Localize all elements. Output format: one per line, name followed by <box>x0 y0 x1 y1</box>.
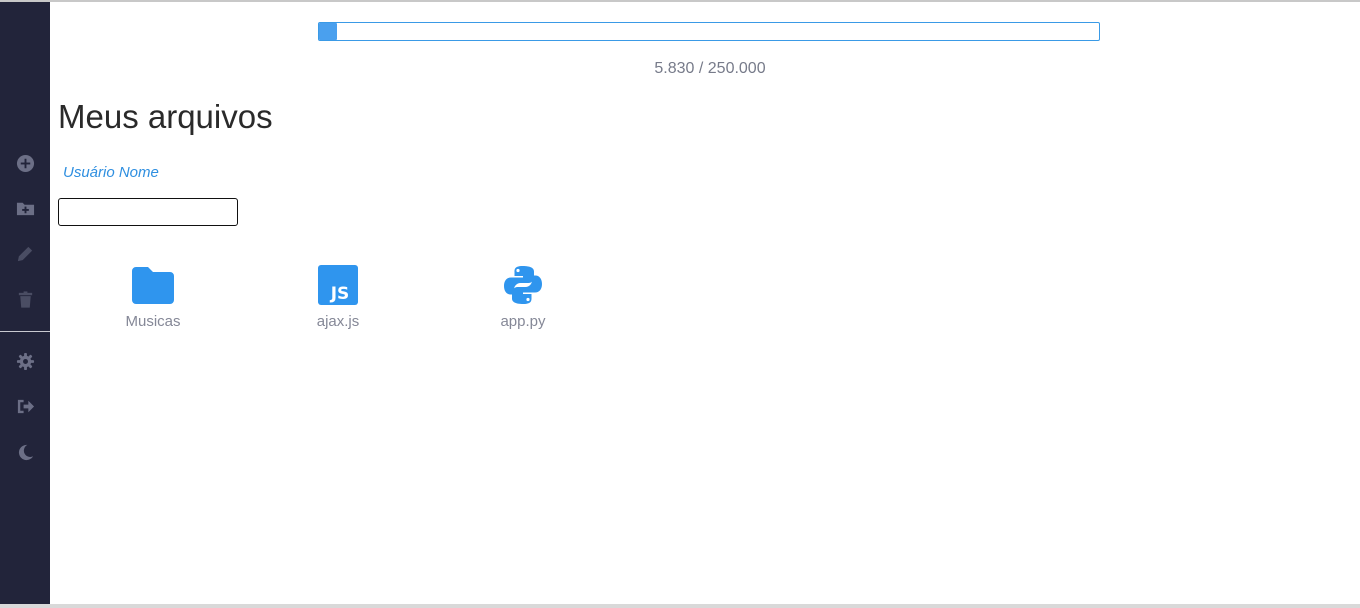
search-box[interactable] <box>58 198 256 226</box>
sidebar <box>0 2 50 606</box>
trash-icon <box>18 290 32 308</box>
folder-icon <box>130 264 176 306</box>
search-input[interactable] <box>71 200 256 224</box>
rename-button[interactable] <box>0 235 50 271</box>
python-file-icon <box>500 264 546 306</box>
svg-text:JS: JS <box>330 284 350 304</box>
plus-circle-icon <box>16 154 34 172</box>
settings-button[interactable] <box>0 343 50 379</box>
delete-button[interactable] <box>0 281 50 317</box>
logout-button[interactable] <box>0 388 50 424</box>
user-name-link[interactable]: Usuário Nome <box>63 164 159 181</box>
taskbar-edge <box>0 604 1360 608</box>
file-name: ajax.js <box>316 313 360 330</box>
gear-icon <box>16 352 34 370</box>
file-item-folder[interactable]: Musicas <box>98 264 208 330</box>
new-folder-button[interactable] <box>0 190 50 226</box>
storage-progress-fill <box>319 23 338 40</box>
dark-mode-button[interactable] <box>0 434 50 470</box>
storage-progress-bar <box>318 22 1100 41</box>
file-name: app.py <box>500 313 546 330</box>
file-item-python[interactable]: app.py <box>468 264 578 330</box>
new-file-button[interactable] <box>0 145 50 181</box>
sign-out-icon <box>17 399 34 413</box>
moon-icon <box>18 444 33 460</box>
file-item-js[interactable]: JS ajax.js <box>283 264 393 330</box>
sidebar-divider <box>0 331 50 332</box>
pencil-icon <box>17 246 32 261</box>
storage-usage-text: 5.830 / 250.000 <box>654 60 766 77</box>
page-title: Meus arquivos <box>58 98 273 135</box>
main-content: 5.830 / 250.000 Meus arquivos Usuário No… <box>50 2 1360 606</box>
folder-plus-icon <box>16 202 34 215</box>
javascript-file-icon: JS <box>315 264 361 306</box>
file-name: Musicas <box>125 313 181 330</box>
